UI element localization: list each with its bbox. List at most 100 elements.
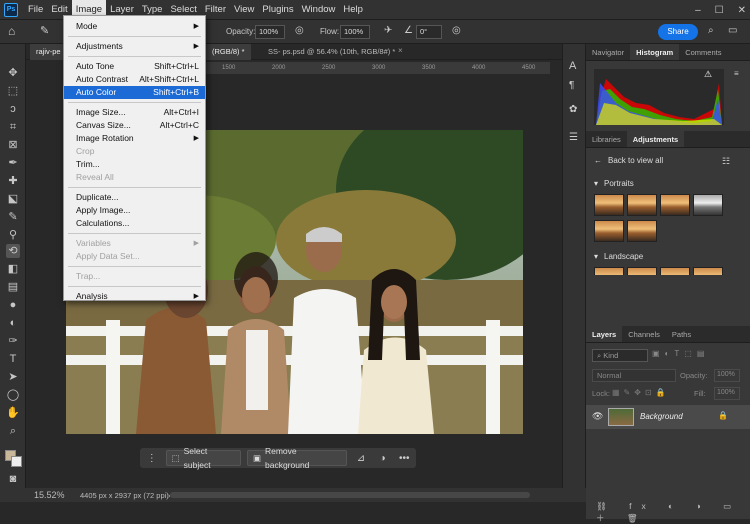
move-tool-icon[interactable]: ✥: [6, 66, 20, 80]
history-brush-tool-icon[interactable]: ⟲: [6, 244, 20, 258]
preset-thumbnail[interactable]: [594, 220, 624, 242]
close-tab-icon[interactable]: ×: [398, 46, 403, 55]
pressure-opacity-icon[interactable]: ◎: [295, 25, 304, 36]
menu-item-auto-contrast[interactable]: Auto Contrast Alt+Shift+Ctrl+L: [64, 73, 205, 86]
angle-field[interactable]: 0°: [416, 25, 442, 39]
menu-item-trim[interactable]: Trim...: [64, 158, 205, 171]
learn-panel-icon[interactable]: ✿: [569, 104, 577, 115]
menu-window[interactable]: Window: [298, 0, 340, 20]
hand-tool-icon[interactable]: ✋: [6, 406, 20, 420]
search-icon[interactable]: ⌕: [708, 25, 714, 36]
paragraph-panel-icon[interactable]: ¶: [569, 80, 574, 91]
tab-adjustments[interactable]: Adjustments: [626, 131, 685, 147]
tab-rajiv-pe[interactable]: rajiv-pe: [30, 44, 67, 60]
tab-ss-ps[interactable]: SS- ps.psd @ 56.4% (10th, RGB/8#) *: [262, 44, 401, 60]
adjust-icon[interactable]: ◑: [375, 453, 391, 464]
stamp-tool-icon[interactable]: ⚲: [6, 228, 20, 242]
minimize-icon[interactable]: –: [695, 5, 701, 16]
menu-view[interactable]: View: [230, 0, 258, 20]
landscape-section-header[interactable]: ▾ Landscape: [586, 252, 750, 261]
tab-paths[interactable]: Paths: [666, 326, 697, 342]
visibility-eye-icon[interactable]: 👁: [592, 411, 603, 422]
layer-row-background[interactable]: 👁 Background 🔒: [586, 405, 750, 429]
menu-item-adjustments[interactable]: Adjustments ▶: [64, 40, 205, 53]
dodge-tool-icon[interactable]: ◐: [6, 316, 20, 330]
close-icon[interactable]: ✕: [738, 5, 746, 16]
type-tool-icon[interactable]: T: [6, 352, 20, 366]
tab-comments[interactable]: Comments: [679, 44, 727, 60]
preset-thumbnail[interactable]: [693, 267, 723, 275]
tab-layers[interactable]: Layers: [586, 326, 623, 342]
crop-tool-icon[interactable]: ⌗: [6, 120, 20, 134]
tab-channels[interactable]: Channels: [622, 326, 666, 342]
portraits-section-header[interactable]: ▾ Portraits: [586, 179, 750, 188]
healing-tool-icon[interactable]: ✚: [6, 174, 20, 188]
layer-filter-kind[interactable]: ⌕ Kind: [592, 349, 648, 362]
brush-tool-icon[interactable]: ✎: [6, 210, 20, 224]
preset-thumbnail[interactable]: [594, 194, 624, 216]
layer-filter-icons[interactable]: ▣◐T⬚▤: [652, 349, 709, 358]
properties-panel-icon[interactable]: ☰: [569, 132, 578, 143]
layer-opacity-field[interactable]: 100%: [714, 369, 740, 382]
eyedropper-tool-icon[interactable]: ✒: [6, 156, 20, 170]
preset-thumbnail[interactable]: [693, 194, 723, 216]
blur-tool-icon[interactable]: ●: [6, 298, 20, 312]
layer-actions-bar[interactable]: ⛓ fx ◐ ◑ ▭ ＋ 🗑: [596, 501, 750, 524]
menu-item-calculations[interactable]: Calculations...: [64, 217, 205, 230]
menu-item-image-size[interactable]: Image Size... Alt+Ctrl+I: [64, 106, 205, 119]
fill-field[interactable]: 100%: [714, 387, 740, 400]
airbrush-icon[interactable]: ✈: [384, 25, 392, 36]
preset-thumbnail[interactable]: [627, 194, 657, 216]
tab-histogram[interactable]: Histogram: [630, 44, 680, 60]
pen-tool-icon[interactable]: ✑: [6, 334, 20, 348]
maximize-icon[interactable]: ☐: [715, 5, 724, 16]
preset-thumbnail[interactable]: [660, 194, 690, 216]
select-subject-button[interactable]: ⬚ Select subject: [165, 446, 241, 470]
gradient-tool-icon[interactable]: ▤: [6, 280, 20, 294]
preset-thumbnail[interactable]: [627, 267, 657, 275]
marquee-tool-icon[interactable]: ⬚: [6, 84, 20, 98]
menu-item-auto-color[interactable]: Auto Color Shift+Ctrl+B: [64, 86, 205, 99]
preset-thumbnail[interactable]: [660, 267, 690, 275]
menu-help[interactable]: Help: [339, 0, 367, 20]
tab-libraries[interactable]: Libraries: [586, 131, 627, 147]
menu-item-duplicate[interactable]: Duplicate...: [64, 191, 205, 204]
menu-item-canvas-size[interactable]: Canvas Size... Alt+Ctrl+C: [64, 119, 205, 132]
horizontal-scrollbar[interactable]: [170, 492, 530, 498]
character-panel-icon[interactable]: A: [569, 60, 576, 72]
shape-tool-icon[interactable]: ◯: [6, 388, 20, 402]
remove-background-button[interactable]: ▣ Remove background: [246, 446, 348, 470]
menu-item-apply-image[interactable]: Apply Image...: [64, 204, 205, 217]
tab-navigator[interactable]: Navigator: [586, 44, 630, 60]
brush-tool-preset-icon[interactable]: ✎: [40, 24, 49, 37]
more-options-icon[interactable]: •••: [396, 453, 412, 464]
drag-handle-icon[interactable]: ⋮: [144, 453, 160, 464]
path-select-tool-icon[interactable]: ➤: [6, 370, 20, 384]
blend-mode-select[interactable]: Normal: [592, 369, 676, 382]
quick-mask-icon[interactable]: ◙: [6, 472, 20, 486]
flow-field[interactable]: 100%: [340, 25, 370, 39]
transform-icon[interactable]: ⊿: [353, 453, 369, 464]
menu-plugins[interactable]: Plugins: [258, 0, 297, 20]
tab-active-document[interactable]: (RGB/8) *: [206, 44, 251, 60]
frame-tool-icon[interactable]: ⊠: [6, 138, 20, 152]
warning-icon[interactable]: ⚠: [704, 69, 712, 80]
eraser-tool-icon[interactable]: ◧: [6, 262, 20, 276]
layer-name[interactable]: Background: [640, 412, 683, 421]
opacity-field[interactable]: 100%: [255, 25, 285, 39]
lasso-tool-icon[interactable]: ↄ: [6, 102, 20, 116]
lock-icon[interactable]: 🔒: [718, 411, 728, 420]
menu-item-image-rotation[interactable]: Image Rotation ▶: [64, 132, 205, 145]
preset-thumbnail[interactable]: [627, 220, 657, 242]
preset-thumbnail[interactable]: [594, 267, 624, 275]
share-button[interactable]: Share: [658, 24, 698, 40]
menu-item-mode[interactable]: Mode ▶: [64, 20, 205, 33]
home-icon[interactable]: ⌂: [8, 24, 15, 38]
list-view-icon[interactable]: ☷: [722, 156, 730, 167]
menu-file[interactable]: File: [24, 0, 47, 20]
pressure-size-icon[interactable]: ◎: [452, 25, 461, 36]
object-select-tool-icon[interactable]: ⬕: [6, 192, 20, 206]
workspace-icon[interactable]: ▭: [728, 25, 737, 36]
panel-menu-icon[interactable]: ≡: [734, 69, 739, 78]
menu-item-auto-tone[interactable]: Auto Tone Shift+Ctrl+L: [64, 60, 205, 73]
